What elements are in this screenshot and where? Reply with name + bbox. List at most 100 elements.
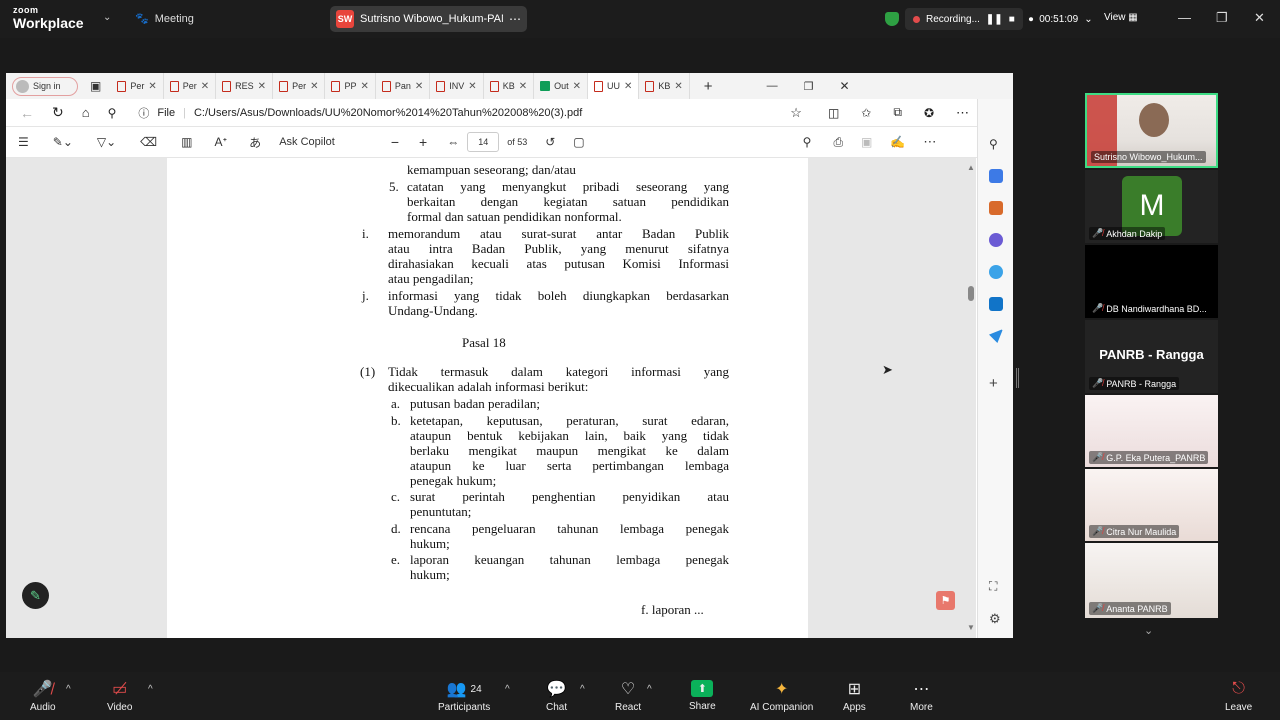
pdf-viewport[interactable]: kemampuan seseorang; dan/atau 5. catatan… xyxy=(6,158,976,638)
print-icon[interactable]: ⎙ xyxy=(833,135,843,150)
close-tab-icon[interactable]: ✕ xyxy=(674,81,682,92)
chat-options-chevron-icon[interactable]: ^ xyxy=(580,684,585,695)
zoom-in-icon[interactable]: + xyxy=(419,134,427,150)
scroll-down-icon[interactable]: ▼ xyxy=(967,623,975,632)
page-number-input[interactable]: 14 xyxy=(467,132,500,152)
browser-tab[interactable]: KB ✕ xyxy=(484,73,535,99)
audio-button[interactable]: 🎤̸ Audio xyxy=(30,680,56,713)
screenshot-icon[interactable]: ⛶ xyxy=(989,579,1003,593)
audio-options-chevron-icon[interactable]: ^ xyxy=(66,684,71,695)
back-icon[interactable]: ← xyxy=(20,105,34,121)
view-mode-icon[interactable]: ▥ xyxy=(181,135,192,149)
screen-share-indicator[interactable]: SW Sutrisno Wibowo_Hukum-PANRB ⋯ xyxy=(330,6,527,32)
participant-tile[interactable]: PANRB - Rangga 🎤̸ PANRB - Rangga xyxy=(1085,320,1218,393)
participant-tile[interactable]: M 🎤̸ Akhdan Dakip xyxy=(1085,170,1218,243)
draw-icon[interactable]: ▽⌄ xyxy=(97,135,116,149)
browser-tab[interactable]: Per ✕ xyxy=(273,73,326,99)
close-tab-icon[interactable]: ✕ xyxy=(258,81,266,92)
more-options-icon[interactable]: ⋯ xyxy=(509,12,521,26)
ai-companion-button[interactable]: ✦ AI Companion xyxy=(750,680,813,713)
close-tab-icon[interactable]: ✕ xyxy=(201,81,209,92)
add-sidebar-app-icon[interactable]: + xyxy=(989,375,1003,392)
meeting-info-button[interactable]: 🐾 Meeting xyxy=(135,12,194,26)
browser-tab[interactable]: INV ✕ xyxy=(430,73,484,99)
close-tab-icon[interactable]: ✕ xyxy=(310,81,318,92)
video-button[interactable]: ▭̸ Video xyxy=(107,680,132,713)
collections-icon[interactable]: ⧉ xyxy=(893,105,902,120)
address-field[interactable]: ⓘ File | C:/Users/Asus/Downloads/UU%20No… xyxy=(138,105,790,121)
view-button[interactable]: View ▦ xyxy=(1104,12,1138,23)
favorite-star-icon[interactable]: ☆ xyxy=(790,105,802,121)
people-icon[interactable] xyxy=(989,233,1003,247)
participant-tile[interactable]: 🎤̸ DB Nandiwardhana BD... xyxy=(1085,245,1218,318)
pause-recording-icon[interactable]: ❚❚ xyxy=(986,14,1003,25)
browser-tab[interactable]: Pan ✕ xyxy=(376,73,431,99)
more-tools-icon[interactable]: ⋯ xyxy=(923,134,936,150)
close-tab-icon[interactable]: ✕ xyxy=(468,81,476,92)
close-tab-icon[interactable]: ✕ xyxy=(519,81,527,92)
scrollbar-thumb[interactable] xyxy=(968,286,974,301)
search-icon[interactable]: ⚲ xyxy=(989,137,1003,151)
find-icon[interactable]: ⚲ xyxy=(803,135,812,149)
stop-recording-icon[interactable]: ■ xyxy=(1009,14,1015,25)
browser-tab[interactable]: KB ✕ xyxy=(639,73,690,99)
browser-tab[interactable]: RES ✕ xyxy=(216,73,274,99)
maximize-icon[interactable]: ❐ xyxy=(1216,10,1228,26)
more-button[interactable]: ⋯ More xyxy=(910,680,933,713)
scrollbar-track[interactable]: ▲ ▼ xyxy=(966,158,976,638)
gallery-scroll-down-icon[interactable]: ⌄ xyxy=(1144,624,1153,637)
chevron-down-icon[interactable]: ⌄ xyxy=(1084,14,1092,25)
close-icon[interactable]: ✕ xyxy=(1254,10,1265,26)
apps-button[interactable]: ⊞ Apps xyxy=(843,680,866,713)
search-icon[interactable]: ⚲ xyxy=(108,106,117,120)
highlight-icon[interactable]: ✎⌄ xyxy=(53,135,73,149)
ask-copilot-button[interactable]: Ask Copilot xyxy=(279,136,335,148)
close-icon[interactable]: ✕ xyxy=(839,79,849,93)
participants-button[interactable]: 👥 24 Participants xyxy=(438,680,490,713)
participants-options-chevron-icon[interactable]: ^ xyxy=(505,684,510,695)
close-tab-icon[interactable]: ✕ xyxy=(573,81,581,92)
close-tab-icon[interactable]: ✕ xyxy=(624,81,632,92)
page-view-icon[interactable]: ▢ xyxy=(573,135,584,149)
fit-page-icon[interactable]: ⇔ xyxy=(447,135,459,149)
favorites-icon[interactable]: ✩ xyxy=(861,106,871,120)
browser-tab[interactable]: PP ✕ xyxy=(325,73,376,99)
share-button[interactable]: ⬆ Share xyxy=(689,680,716,712)
participant-tile[interactable]: 🎤̸ Ananta PANRB xyxy=(1085,543,1218,618)
scroll-up-icon[interactable]: ▲ xyxy=(967,163,975,172)
close-tab-icon[interactable]: ✕ xyxy=(148,81,156,92)
new-tab-icon[interactable]: + xyxy=(704,78,713,95)
tab-actions-icon[interactable]: ▣ xyxy=(90,79,101,93)
rotate-icon[interactable]: ↺ xyxy=(545,135,555,149)
erase-icon[interactable]: ⌫ xyxy=(140,135,157,149)
browser-tab[interactable]: Per ✕ xyxy=(111,73,164,99)
participant-tile[interactable]: 🎤̸ Citra Nur Maulida xyxy=(1085,469,1218,541)
read-aloud-icon[interactable]: Aᐩ xyxy=(214,135,227,149)
translate-icon[interactable]: あ xyxy=(249,134,261,151)
annotate-pen-button[interactable]: ✎ xyxy=(22,582,49,609)
video-options-chevron-icon[interactable]: ^ xyxy=(148,684,153,695)
participant-tile[interactable]: 🎤̸ G.P. Eka Putera_PANRB xyxy=(1085,395,1218,467)
restore-icon[interactable]: ❐ xyxy=(804,80,814,93)
react-options-chevron-icon[interactable]: ^ xyxy=(647,684,652,695)
participant-tile-active[interactable]: Sutrisno Wibowo_Hukum... xyxy=(1085,93,1218,168)
settings-more-icon[interactable]: ⋯ xyxy=(956,105,969,121)
shopping-tag-icon[interactable] xyxy=(989,169,1003,183)
acrobat-icon[interactable]: ⚑ xyxy=(936,591,955,610)
contents-icon[interactable]: ☰ xyxy=(18,135,29,149)
save-icon[interactable]: ▣ xyxy=(861,135,872,149)
outlook-icon[interactable] xyxy=(989,297,1003,311)
split-screen-icon[interactable]: ◫ xyxy=(828,106,839,120)
chat-button[interactable]: 💬 Chat xyxy=(546,680,567,713)
close-tab-icon[interactable]: ✕ xyxy=(415,81,423,92)
settings-gear-icon[interactable]: ⚙ xyxy=(989,611,1003,626)
browser-tab[interactable]: Per ✕ xyxy=(164,73,217,99)
send-icon[interactable] xyxy=(989,329,1003,343)
minimize-icon[interactable]: — xyxy=(1178,10,1191,25)
tools-briefcase-icon[interactable] xyxy=(989,201,1003,215)
home-icon[interactable]: ⌂ xyxy=(82,105,90,120)
browser-tab[interactable]: Out ✕ xyxy=(534,73,588,99)
chevron-down-icon[interactable]: ⌄ xyxy=(103,12,111,23)
office-icon[interactable] xyxy=(989,265,1003,279)
minimize-icon[interactable]: — xyxy=(767,80,778,92)
